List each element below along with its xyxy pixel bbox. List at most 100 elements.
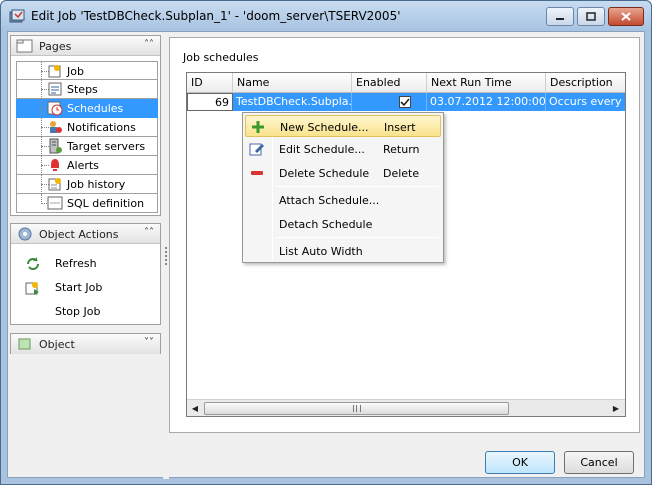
object-actions-panel-header[interactable]: Object Actions ˄˄ — [11, 224, 160, 244]
page-item-alerts[interactable]: Alerts — [16, 156, 158, 175]
refresh-action-label: Refresh — [55, 257, 97, 270]
object-actions-panel-title: Object Actions — [39, 228, 119, 241]
alerts-icon — [51, 159, 59, 171]
scrollbar-thumb[interactable] — [204, 402, 509, 415]
job-schedules-label: Job schedules — [183, 51, 259, 64]
maximize-button[interactable] — [577, 7, 605, 26]
cell-name[interactable]: TestDBCheck.Subpla... — [233, 93, 352, 111]
menu-item-label: Delete Schedule — [279, 167, 370, 180]
page-item-label: Steps — [67, 83, 98, 96]
page-item-label: SQL definition — [67, 197, 145, 210]
menu-item-list-auto-width[interactable]: List Auto Width — [245, 240, 441, 262]
page-item-label: Job — [67, 65, 84, 78]
object-icon — [18, 338, 31, 350]
cell-id[interactable]: 69 — [187, 93, 233, 111]
menu-item-detach-schedule[interactable]: Detach Schedule — [245, 213, 441, 235]
cell-enabled[interactable] — [352, 93, 427, 111]
close-icon — [621, 12, 631, 21]
check-icon — [400, 97, 410, 106]
stop-job-action[interactable]: Stop Job — [25, 302, 155, 322]
context-menu: New Schedule... Insert Edit Schedule... … — [242, 112, 444, 263]
page-item-label: Schedules — [67, 102, 124, 115]
page-item-target-servers[interactable]: Target servers — [16, 137, 158, 156]
scroll-right-icon[interactable]: ▶ — [609, 402, 623, 415]
pages-list: Job Steps Schedules Notifications Target… — [16, 61, 158, 213]
object-panel: Object ˅˅ — [10, 333, 161, 354]
cell-next-run-time[interactable]: 03.07.2012 12:00:00 — [427, 93, 546, 111]
collapse-chevron-icon[interactable]: ˄˄ — [144, 227, 154, 238]
title-bar[interactable]: Edit Job 'TestDBCheck.Subplan_1' - 'doom… — [1, 1, 651, 31]
menu-item-label: Attach Schedule... — [279, 194, 380, 207]
minimize-icon — [556, 17, 564, 20]
page-item-schedules[interactable]: Schedules — [16, 99, 158, 118]
app-icon — [9, 9, 25, 23]
page-item-job[interactable]: Job — [16, 61, 158, 81]
menu-item-shortcut: Return — [383, 143, 420, 156]
cell-description[interactable]: Occurs every d — [546, 93, 625, 111]
page-item-sql-definition[interactable]: SQL definition — [16, 194, 158, 213]
horizontal-scrollbar[interactable]: ◀ ▶ — [187, 399, 625, 416]
column-header-enabled[interactable]: Enabled — [352, 73, 427, 93]
menu-separator — [275, 186, 439, 187]
menu-item-label: New Schedule... — [280, 121, 369, 134]
page-item-notifications[interactable]: Notifications — [16, 118, 158, 137]
object-panel-header[interactable]: Object ˅˅ — [11, 334, 160, 354]
stop-job-action-label: Stop Job — [55, 305, 101, 318]
minimize-button[interactable] — [546, 7, 574, 26]
sql-definition-icon — [47, 196, 63, 210]
maximize-icon — [586, 12, 596, 21]
pages-panel-header[interactable]: Pages ˄˄ — [11, 36, 160, 56]
object-panel-title: Object — [39, 338, 75, 351]
splitter-grip — [165, 247, 167, 265]
steps-icon — [48, 82, 62, 96]
ok-button[interactable]: OK — [485, 451, 555, 474]
notifications-icon — [50, 121, 62, 133]
schedules-icon — [47, 101, 63, 116]
start-job-action[interactable]: Start Job — [25, 278, 155, 298]
expand-chevron-icon[interactable]: ˅˅ — [144, 337, 154, 348]
column-header-next-run-time[interactable]: Next Run Time — [427, 73, 546, 93]
start-job-action-label: Start Job — [55, 281, 103, 294]
enabled-checkbox[interactable] — [399, 96, 411, 108]
pages-icon — [16, 39, 33, 53]
menu-item-shortcut: Insert — [384, 121, 416, 134]
menu-item-label: Edit Schedule... — [279, 143, 365, 156]
menu-item-label: Detach Schedule — [279, 218, 373, 231]
cancel-button[interactable]: Cancel — [564, 451, 634, 474]
page-item-label: Target servers — [67, 140, 146, 153]
pages-panel: Pages ˄˄ Job Steps Schedules Notificatio… — [10, 35, 161, 216]
collapse-chevron-icon[interactable]: ˄˄ — [144, 39, 154, 50]
menu-separator — [275, 237, 439, 238]
refresh-icon — [27, 257, 39, 270]
edit-icon — [249, 143, 264, 156]
menu-item-attach-schedule[interactable]: Attach Schedule... — [245, 189, 441, 211]
column-header-name[interactable]: Name — [233, 73, 352, 93]
menu-item-label: List Auto Width — [279, 245, 363, 258]
job-icon — [48, 65, 61, 78]
menu-item-shortcut: Delete — [383, 167, 420, 180]
pages-panel-title: Pages — [39, 40, 72, 53]
column-header-id[interactable]: ID — [187, 73, 233, 93]
object-actions-icon — [18, 227, 32, 241]
close-button[interactable] — [608, 7, 644, 26]
column-header-description[interactable]: Description — [546, 73, 625, 93]
window-title: Edit Job 'TestDBCheck.Subplan_1' - 'doom… — [31, 9, 401, 23]
job-history-icon — [48, 178, 61, 191]
delete-icon — [251, 171, 263, 175]
grid-header: ID Name Enabled Next Run Time Descriptio… — [187, 73, 625, 93]
menu-item-delete-schedule[interactable]: Delete Schedule Delete — [245, 162, 441, 184]
refresh-action[interactable]: Refresh — [25, 254, 155, 274]
page-item-label: Notifications — [67, 121, 136, 134]
object-actions-panel: Object Actions ˄˄ Refresh Start Job Stop… — [10, 223, 161, 325]
table-row[interactable]: 69 TestDBCheck.Subpla... 03.07.2012 12:0… — [187, 93, 625, 111]
menu-item-new-schedule[interactable]: New Schedule... Insert — [245, 115, 441, 137]
start-job-icon — [25, 282, 39, 295]
page-item-label: Alerts — [67, 159, 99, 172]
target-servers-icon — [49, 138, 62, 154]
page-item-job-history[interactable]: Job history — [16, 175, 158, 194]
scroll-left-icon[interactable]: ◀ — [188, 402, 202, 415]
menu-item-edit-schedule[interactable]: Edit Schedule... Return — [245, 138, 441, 160]
page-item-steps[interactable]: Steps — [16, 80, 158, 99]
add-icon — [252, 121, 264, 133]
scrollbar-grip — [353, 405, 361, 412]
